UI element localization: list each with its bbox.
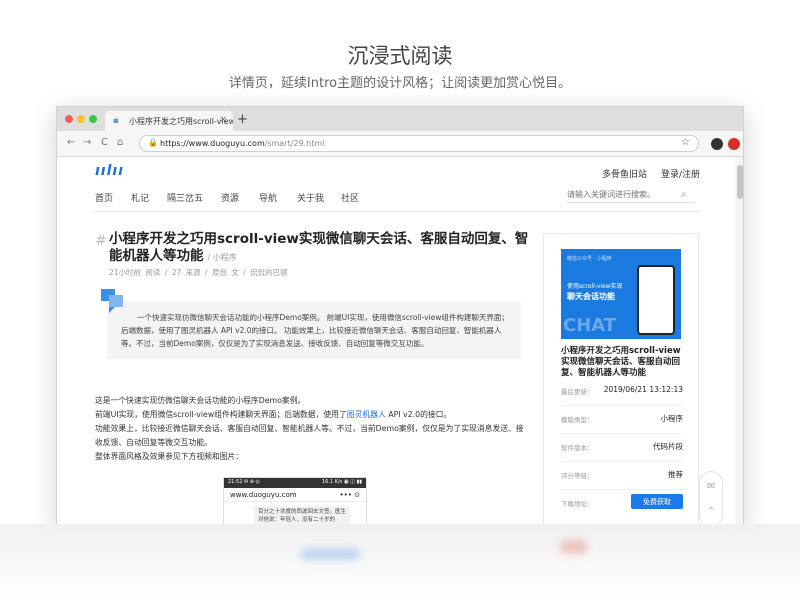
blurred-shape: [300, 548, 360, 560]
menu-item-misc[interactable]: 隔三岔五: [167, 191, 203, 204]
search-icon[interactable]: ⌕: [681, 189, 687, 200]
info-value: 2019/06/21 13:12:13: [603, 385, 683, 394]
info-value: 推荐: [668, 470, 683, 479]
info-label: 软件版本：: [561, 444, 594, 452]
summary-text: 一个快速实现仿微信聊天会话功能的小程序Demo案例。 前端UI实现，使用微信sc…: [121, 313, 509, 348]
url-host: https://www.duoguyu.com: [160, 139, 265, 148]
tab-bar: ıılıı 小程序开发之巧用scroll-view实 × +: [57, 107, 743, 131]
tab-title: 小程序开发之巧用scroll-view实: [129, 117, 233, 126]
extension-avatar-icon[interactable]: [711, 138, 723, 150]
hero-title: 沉浸式阅读: [347, 44, 453, 68]
maximize-window-button[interactable]: [89, 115, 97, 123]
demo-phone-screenshot: 21:52 ✉ ⊕ ◎ 16.1 K/s ▣ ◫ ▮▮ www.duoguyu.…: [223, 477, 367, 525]
search-input[interactable]: [567, 187, 695, 203]
address-bar: ← → C ⌂ 🔒 https://www.duoguyu.com/smart/…: [57, 131, 743, 157]
thumb-subtitle: 微信公众号 · 小程序: [567, 256, 612, 262]
menu-divider: [93, 211, 701, 212]
hero-subtitle: 详情页，延续Intro主题的设计风格；让阅读更加赏心悦目。: [228, 76, 572, 91]
body-text-segment: API v2.0的接口。: [385, 410, 452, 419]
minimize-window-button[interactable]: [77, 115, 85, 123]
info-value: 代码片段: [653, 442, 683, 451]
info-row-rating: 评分等级： 推荐: [561, 462, 683, 490]
back-icon[interactable]: ←: [67, 137, 75, 148]
info-row-version: 软件版本： 代码片段: [561, 434, 683, 462]
article-title-text: 小程序开发之巧用scroll-view实现微信聊天会话、客服自动回复、智能机器人…: [109, 231, 529, 264]
page-scrollbar[interactable]: [735, 157, 743, 525]
site-header: ıılıı 多骨鱼旧站 登录/注册: [57, 157, 737, 189]
body-text-segment: 前端UI实现，使用微信scroll-view组件构建聊天界面；后端数据，使用了: [95, 410, 347, 419]
reload-icon[interactable]: C: [101, 137, 108, 148]
menu-item-notes[interactable]: 札记: [131, 191, 149, 204]
bottom-fade: [0, 524, 800, 600]
mail-icon[interactable]: ✉: [707, 481, 715, 492]
main-menu: 首页 札记 隔三岔五 资源 导航 关于我 社区 ⌕: [57, 187, 737, 213]
extension-red-icon[interactable]: [728, 138, 740, 150]
close-window-button[interactable]: [65, 115, 73, 123]
phone-menu-icon: ••• ⊙: [339, 491, 360, 499]
quote-icon: [101, 289, 123, 313]
info-label: 最后更新：: [561, 388, 594, 396]
article-category-link[interactable]: / 小程序: [208, 253, 237, 262]
body-paragraph: 前端UI实现，使用微信scroll-view组件构建聊天界面；后端数据，使用了图…: [95, 408, 525, 422]
phone-status-right: 16.1 K/s ▣ ◫ ▮▮: [321, 479, 362, 485]
body-paragraph: 整体界面风格及效果参见下方视频和图片：: [95, 452, 244, 461]
body-paragraph: 这是一个快速实现仿微信聊天会话功能的小程序Demo案例。: [95, 396, 306, 405]
site-logo[interactable]: ıılıı: [95, 163, 124, 179]
site-favicon-icon: ıılıı: [113, 117, 119, 125]
info-value: 小程序: [660, 414, 684, 423]
thumb-chat-watermark: CHAT: [563, 315, 617, 336]
lock-icon: 🔒: [148, 138, 158, 147]
back-to-top-icon[interactable]: ⌃: [707, 506, 715, 517]
article-thumbnail: 微信公众号 · 小程序 使用scroll-view实现 聊天会话功能 CHAT: [561, 249, 681, 339]
sidebar-title: 小程序开发之巧用scroll-view实现微信聊天会话、客服自动回复、智能机器人…: [561, 346, 681, 378]
bookmark-star-icon[interactable]: ☆: [681, 137, 690, 148]
info-label: 下载地址：: [561, 500, 594, 508]
thumb-title-line1: 使用scroll-view实现: [567, 283, 623, 290]
browser-tab[interactable]: ıılıı 小程序开发之巧用scroll-view实 ×: [105, 111, 233, 131]
url-path: /smart/29.html: [264, 139, 325, 148]
phone-chat-bubble: 百分之十浓度的西波回去文签。医生对他说：年轻人，没有二十岁的: [254, 506, 350, 525]
thumb-phone-icon: [637, 265, 675, 335]
info-row-type: 模版类型： 小程序: [561, 406, 683, 434]
article-meta: 21小时前 阅读 / 27 来源 / 原创 文 / 侃侃的巴顿: [109, 268, 288, 277]
url-input[interactable]: 🔒 https://www.duoguyu.com/smart/29.html …: [139, 135, 699, 152]
title-hash: #: [95, 233, 107, 249]
phone-url-bar: www.duoguyu.com ••• ⊙: [224, 488, 366, 502]
info-row-updated: 最后更新： 2019/06/21 13:12:13: [561, 378, 683, 406]
free-download-button[interactable]: 免费获取: [631, 494, 683, 509]
body-paragraph: 功能效果上，比较接近微信聊天会话、客服自动回复、智能机器人等。不过，当前Demo…: [95, 424, 524, 447]
brand-link[interactable]: 多骨鱼旧站: [602, 167, 647, 180]
menu-item-about[interactable]: 关于我: [297, 191, 324, 204]
menu-item-resources[interactable]: 资源: [221, 191, 239, 204]
thumb-title-line2: 聊天会话功能: [567, 292, 615, 301]
scrollbar-thumb[interactable]: [737, 165, 743, 199]
menu-item-home[interactable]: 首页: [95, 191, 113, 204]
menu-item-community[interactable]: 社区: [341, 191, 359, 204]
download-sidebar: 微信公众号 · 小程序 使用scroll-view实现 聊天会话功能 CHAT …: [543, 233, 699, 525]
login-link[interactable]: 登录/注册: [661, 167, 700, 180]
forward-icon[interactable]: →: [83, 137, 91, 148]
new-tab-button[interactable]: +: [237, 112, 248, 127]
info-label: 模版类型：: [561, 416, 594, 424]
browser-window: ıılıı 小程序开发之巧用scroll-view实 × + ← → C ⌂ 🔒…: [56, 106, 744, 526]
floating-actions: ✉ ⌃: [699, 471, 723, 525]
home-icon[interactable]: ⌂: [117, 137, 123, 148]
phone-url: www.duoguyu.com: [230, 491, 297, 499]
info-row-download: 下载地址： 免费获取: [561, 490, 683, 518]
menu-item-navigation[interactable]: 导航: [259, 191, 277, 204]
blurred-shape: [560, 540, 588, 554]
phone-status-left: 21:52 ✉ ⊕ ◎: [228, 479, 260, 485]
article-summary: 一个快速实现仿微信聊天会话功能的小程序Demo案例。 前端UI实现，使用微信sc…: [107, 301, 521, 359]
turing-robot-link[interactable]: 图灵机器人: [347, 410, 386, 419]
info-label: 评分等级：: [561, 472, 594, 480]
article-title: 小程序开发之巧用scroll-view实现微信聊天会话、客服自动回复、智能机器人…: [109, 231, 529, 266]
phone-status-bar: 21:52 ✉ ⊕ ◎ 16.1 K/s ▣ ◫ ▮▮: [224, 478, 366, 488]
tab-close-icon[interactable]: ×: [219, 115, 227, 125]
article-body: 这是一个快速实现仿微信聊天会话功能的小程序Demo案例。 前端UI实现，使用微信…: [95, 394, 525, 464]
